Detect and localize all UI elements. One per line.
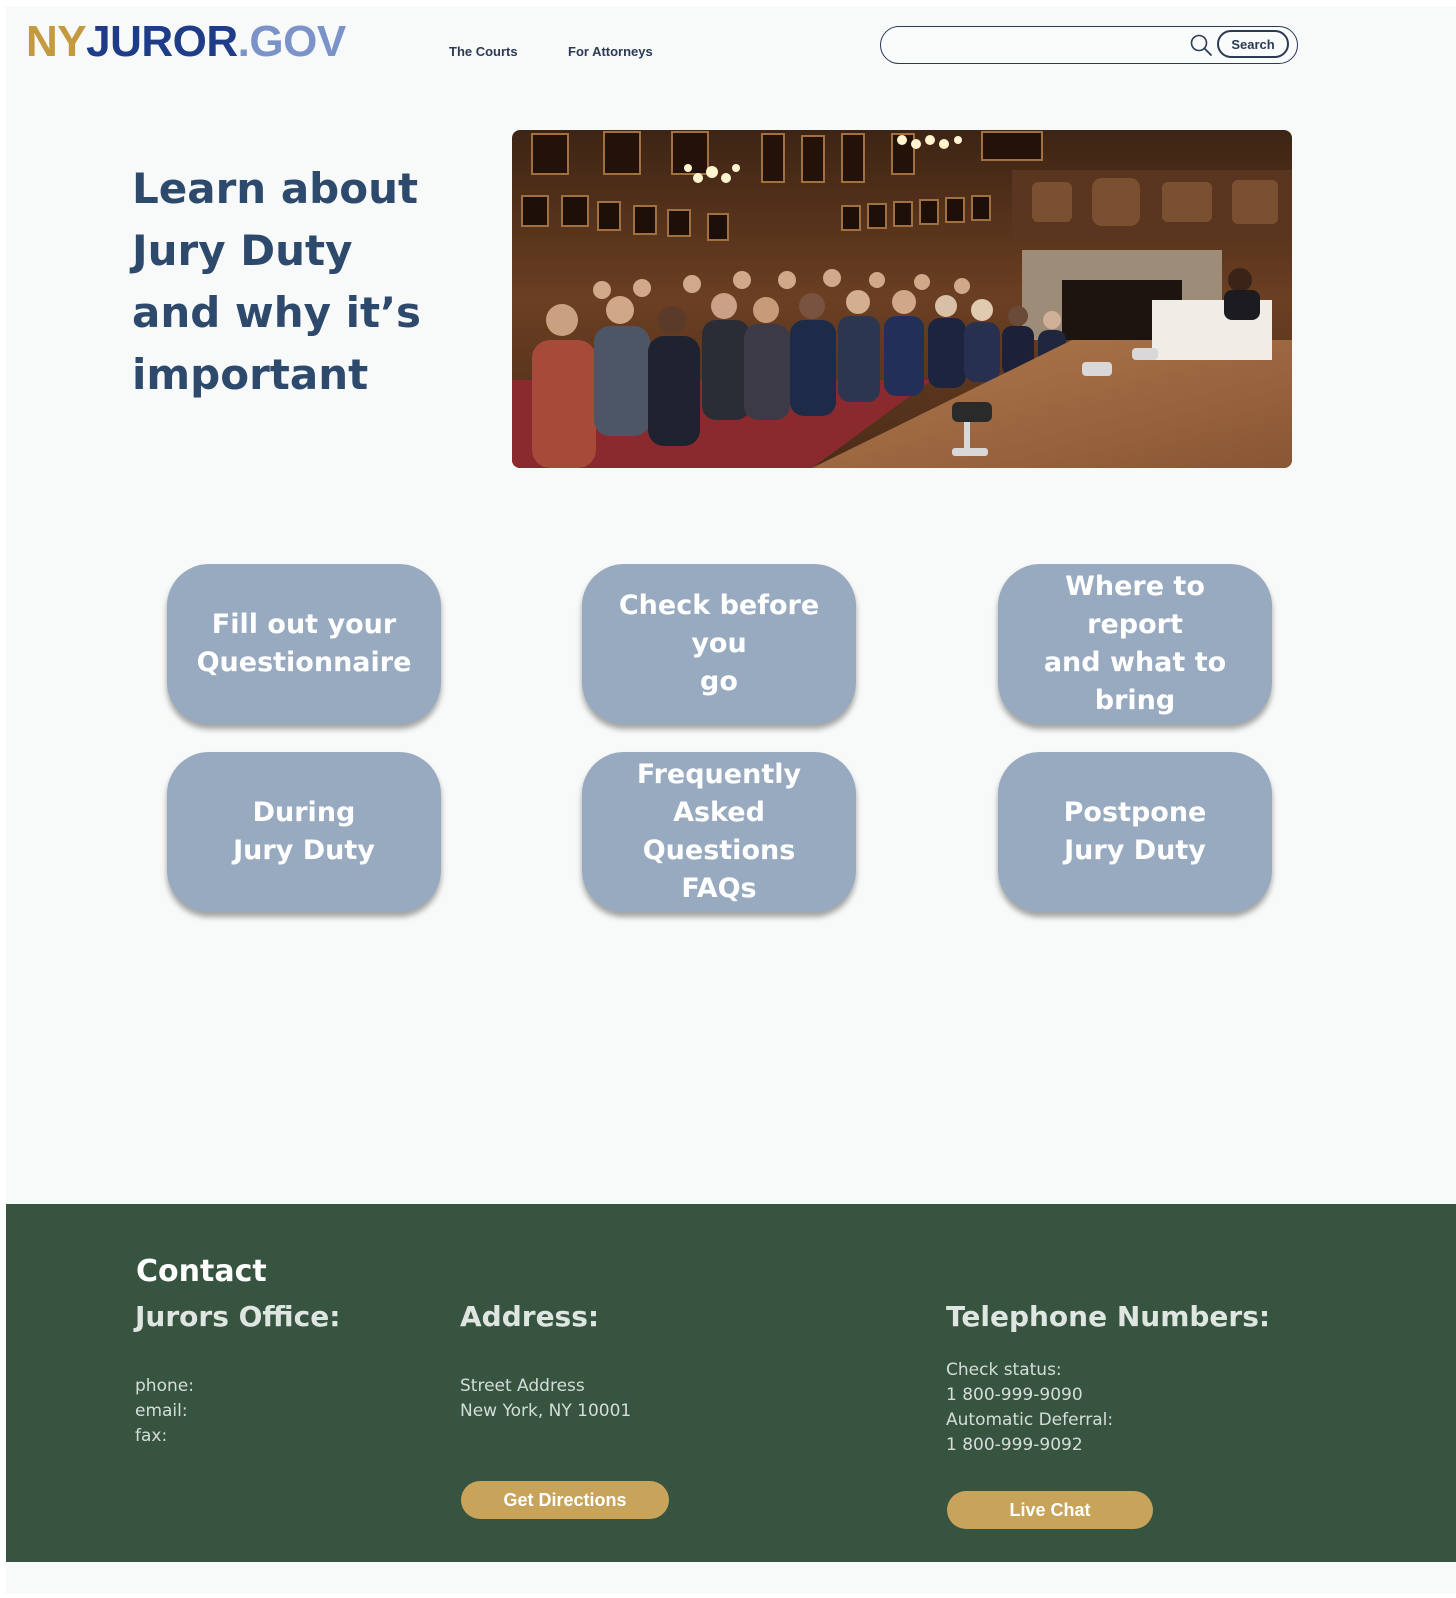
search-button[interactable]: Search — [1217, 30, 1289, 58]
footer-contact: Contact Jurors Office: phone: email: fax… — [6, 1204, 1456, 1562]
tile-label: Where to report and what to bring — [1043, 571, 1227, 716]
tile-label: Frequently Asked Questions FAQs — [636, 759, 802, 904]
logo-part-gov: .GOV — [237, 17, 347, 66]
courtroom-photo — [512, 130, 1292, 468]
tile-check-before-you-go[interactable]: Check before you go — [582, 564, 856, 724]
tile-where-to-report[interactable]: Where to report and what to bring — [998, 564, 1272, 724]
courtroom-illustration — [512, 130, 1292, 468]
search-input[interactable] — [895, 33, 1179, 59]
tile-label: Check before you go — [618, 590, 820, 697]
search-icon[interactable] — [1189, 33, 1213, 57]
nav-link-for-attorneys[interactable]: For Attorneys — [568, 44, 653, 59]
hero-title: Learn about Jury Duty and why it’s impor… — [132, 158, 462, 406]
tile-label: Postpone Jury Duty — [1063, 797, 1207, 866]
jurors-office-details: phone: email: fax: — [135, 1376, 194, 1446]
hero-title-line: and why it’s — [132, 288, 422, 337]
address-heading: Address: — [460, 1300, 600, 1333]
jurors-office-heading: Jurors Office: — [135, 1300, 341, 1333]
address-details: Street Address New York, NY 10001 — [460, 1376, 632, 1421]
tile-faqs[interactable]: Frequently Asked Questions FAQs — [582, 752, 856, 912]
live-chat-button[interactable]: Live Chat — [947, 1491, 1153, 1529]
tile-questionnaire[interactable]: Fill out your Questionnaire — [167, 564, 441, 724]
hero-title-line: important — [132, 350, 369, 399]
page: NYJUROR.GOV The Courts For Attorneys Sea… — [6, 6, 1456, 1594]
hero-title-line: Jury Duty — [132, 226, 353, 275]
hero-title-line: Learn about — [132, 164, 419, 213]
telephone-heading: Telephone Numbers: — [946, 1300, 1271, 1333]
telephone-details: Check status: 1 800-999-9090 Automatic D… — [946, 1360, 1114, 1455]
get-directions-button[interactable]: Get Directions — [461, 1481, 669, 1519]
tile-label: During Jury Duty — [233, 797, 375, 866]
tile-during-jury-duty[interactable]: During Jury Duty — [167, 752, 441, 912]
logo-part-ny: NY — [26, 17, 87, 66]
logo-part-juror: JUROR — [86, 17, 238, 66]
tile-postpone-jury-duty[interactable]: Postpone Jury Duty — [998, 752, 1272, 912]
site-logo[interactable]: NYJUROR.GOV — [26, 20, 346, 64]
search-bar: Search — [880, 26, 1298, 64]
tile-label: Fill out your Questionnaire — [196, 609, 412, 678]
footer-title: Contact — [136, 1254, 267, 1289]
nav-link-the-courts[interactable]: The Courts — [449, 44, 518, 59]
